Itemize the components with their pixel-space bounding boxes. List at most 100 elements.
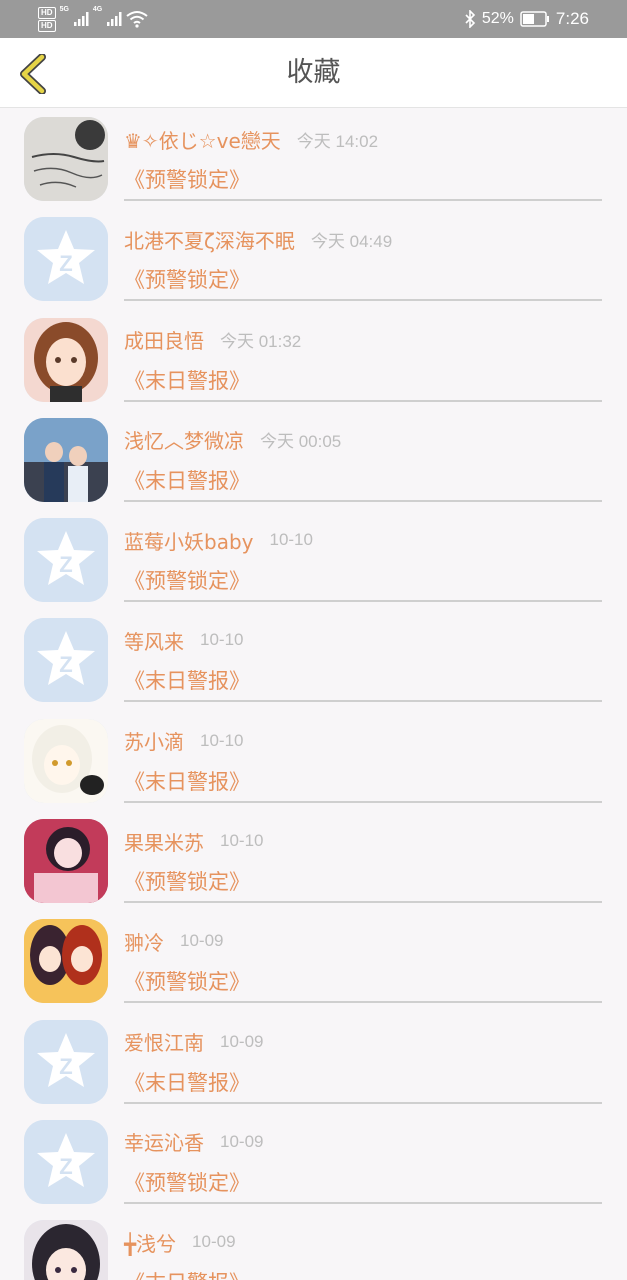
divider	[124, 1001, 602, 1004]
svg-text:Z: Z	[59, 552, 72, 577]
favorite-title[interactable]: 《预警锁定》	[124, 164, 250, 194]
name-row: ♛✧依じ☆ve戀天 今天 14:02	[124, 124, 378, 154]
avatar[interactable]: Z	[24, 1019, 108, 1104]
name-row: 翀冷 10-09	[124, 926, 223, 956]
favorite-title[interactable]: 《末日警报》	[124, 365, 250, 395]
divider	[124, 399, 602, 402]
name-row: 蓝莓小妖baby 10-10	[124, 525, 313, 555]
favorite-title[interactable]: 《预警锁定》	[124, 1167, 250, 1197]
user-name[interactable]: 蓝莓小妖baby	[124, 526, 253, 555]
hd-badge-1: HD	[38, 6, 56, 19]
favorite-title[interactable]: 《末日警报》	[124, 465, 250, 495]
name-row: ╈浅兮 10-09	[124, 1227, 236, 1257]
favorite-item[interactable]: 翀冷 10-09 《预警锁定》	[0, 910, 627, 1010]
status-bar: HD HD 5G 4G 52% 7:26	[0, 0, 627, 38]
avatar[interactable]	[24, 1220, 108, 1280]
favorite-item[interactable]: 成田良悟 今天 01:32 《末日警报》	[0, 309, 627, 409]
avatar[interactable]	[24, 417, 108, 502]
divider	[124, 1101, 602, 1104]
page-title: 收藏	[286, 57, 341, 88]
battery-percent: 52%	[481, 10, 514, 27]
favorite-title[interactable]: 《预警锁定》	[124, 565, 250, 595]
favorite-item[interactable]: Z 爱恨江南 10-09 《末日警报》	[0, 1011, 627, 1111]
favorite-title[interactable]: 《末日警报》	[124, 1067, 250, 1097]
divider	[124, 499, 602, 502]
favorite-title[interactable]: 《预警锁定》	[124, 966, 250, 996]
divider	[124, 199, 602, 201]
svg-text:Z: Z	[59, 1154, 72, 1179]
avatar[interactable]	[24, 317, 108, 402]
favorite-title[interactable]: 《预警锁定》	[124, 866, 250, 896]
user-name[interactable]: ╈浅兮	[124, 1228, 176, 1257]
status-right: 52% 7:26	[464, 0, 589, 38]
timestamp: 10-10	[200, 630, 244, 650]
divider	[124, 901, 602, 904]
favorite-item[interactable]: Z 幸运沁香 10-09 《预警锁定》	[0, 1111, 627, 1211]
favorite-title[interactable]: 《末日警报》	[124, 766, 250, 796]
name-row: 浅忆︿梦微凉 今天 00:05	[124, 425, 341, 455]
status-left: HD HD 5G 4G	[38, 4, 148, 34]
avatar[interactable]	[24, 117, 108, 201]
divider	[124, 800, 602, 803]
favorites-list[interactable]: ♛✧依じ☆ve戀天 今天 14:02 《预警锁定》 Z 北港不夏ζ深海不眠 今天 04:4…	[0, 108, 627, 1280]
avatar[interactable]: Z	[24, 217, 108, 302]
favorite-item[interactable]: ♛✧依じ☆ve戀天 今天 14:02 《预警锁定》	[0, 108, 627, 208]
name-row: 等风来 10-10	[124, 625, 243, 655]
avatar[interactable]: Z	[24, 618, 108, 703]
name-row: 幸运沁香 10-09	[124, 1127, 263, 1157]
svg-text:Z: Z	[59, 1054, 72, 1079]
svg-text:Z: Z	[59, 652, 72, 677]
svg-text:Z: Z	[59, 251, 72, 276]
avatar[interactable]	[24, 819, 108, 904]
name-row: 成田良悟 今天 01:32	[124, 325, 301, 355]
timestamp: 10-10	[220, 831, 264, 851]
user-name[interactable]: 爱恨江南	[124, 1027, 204, 1056]
favorite-item[interactable]: ╈浅兮 10-09 《末日警报》	[0, 1211, 627, 1280]
timestamp: 10-09	[192, 1232, 236, 1252]
hd-badges: HD HD	[38, 6, 56, 32]
name-row: 苏小滴 10-10	[124, 726, 243, 756]
timestamp: 今天 01:32	[220, 332, 302, 352]
user-name[interactable]: 成田良悟	[124, 325, 204, 354]
favorite-title[interactable]: 《预警锁定》	[124, 264, 250, 294]
user-name[interactable]: 苏小滴	[124, 726, 184, 755]
user-name[interactable]: 北港不夏ζ深海不眠	[124, 225, 295, 254]
user-name[interactable]: ♛✧依じ☆ve戀天	[124, 125, 281, 154]
network-label-2: 4G	[92, 6, 103, 13]
battery-icon	[520, 11, 549, 27]
timestamp: 今天 14:02	[296, 131, 379, 151]
timestamp: 10-10	[200, 730, 244, 750]
timestamp: 10-09	[220, 1031, 264, 1051]
user-name[interactable]: 等风来	[124, 626, 184, 655]
signal-icon	[73, 12, 89, 26]
timestamp: 今天 04:49	[310, 231, 393, 251]
avatar[interactable]	[24, 919, 108, 1004]
divider	[124, 600, 602, 603]
hd-badge-2: HD	[38, 19, 56, 32]
name-row: 北港不夏ζ深海不眠 今天 04:49	[124, 224, 392, 254]
favorite-item[interactable]: Z 北港不夏ζ深海不眠 今天 04:49 《预警锁定》	[0, 208, 627, 308]
avatar[interactable]: Z	[24, 518, 108, 603]
user-name[interactable]: 翀冷	[124, 927, 164, 956]
favorite-item[interactable]: 浅忆︿梦微凉 今天 00:05 《末日警报》	[0, 409, 627, 509]
timestamp: 10-09	[180, 931, 224, 951]
favorite-title[interactable]: 《末日警报》	[124, 665, 250, 695]
favorite-title[interactable]: 《末日警报》	[124, 1267, 250, 1280]
user-name[interactable]: 幸运沁香	[124, 1127, 204, 1156]
signal-icon	[107, 12, 122, 26]
favorite-item[interactable]: 苏小滴 10-10 《末日警报》	[0, 710, 627, 810]
timestamp: 10-10	[269, 530, 313, 550]
favorite-item[interactable]: 果果米苏 10-10 《预警锁定》	[0, 810, 627, 910]
user-name[interactable]: 果果米苏	[124, 827, 204, 856]
divider	[124, 299, 602, 302]
timestamp: 今天 00:05	[260, 432, 342, 452]
app-header: 收藏	[0, 38, 627, 108]
wifi-icon	[126, 11, 148, 28]
divider	[124, 700, 602, 703]
bluetooth-icon	[465, 10, 476, 28]
avatar[interactable]	[24, 718, 108, 803]
user-name[interactable]: 浅忆︿梦微凉	[124, 425, 244, 454]
favorite-item[interactable]: Z 等风来 10-10 《末日警报》	[0, 609, 627, 709]
favorite-item[interactable]: Z 蓝莓小妖baby 10-10 《预警锁定》	[0, 509, 627, 609]
avatar[interactable]: Z	[24, 1119, 108, 1204]
